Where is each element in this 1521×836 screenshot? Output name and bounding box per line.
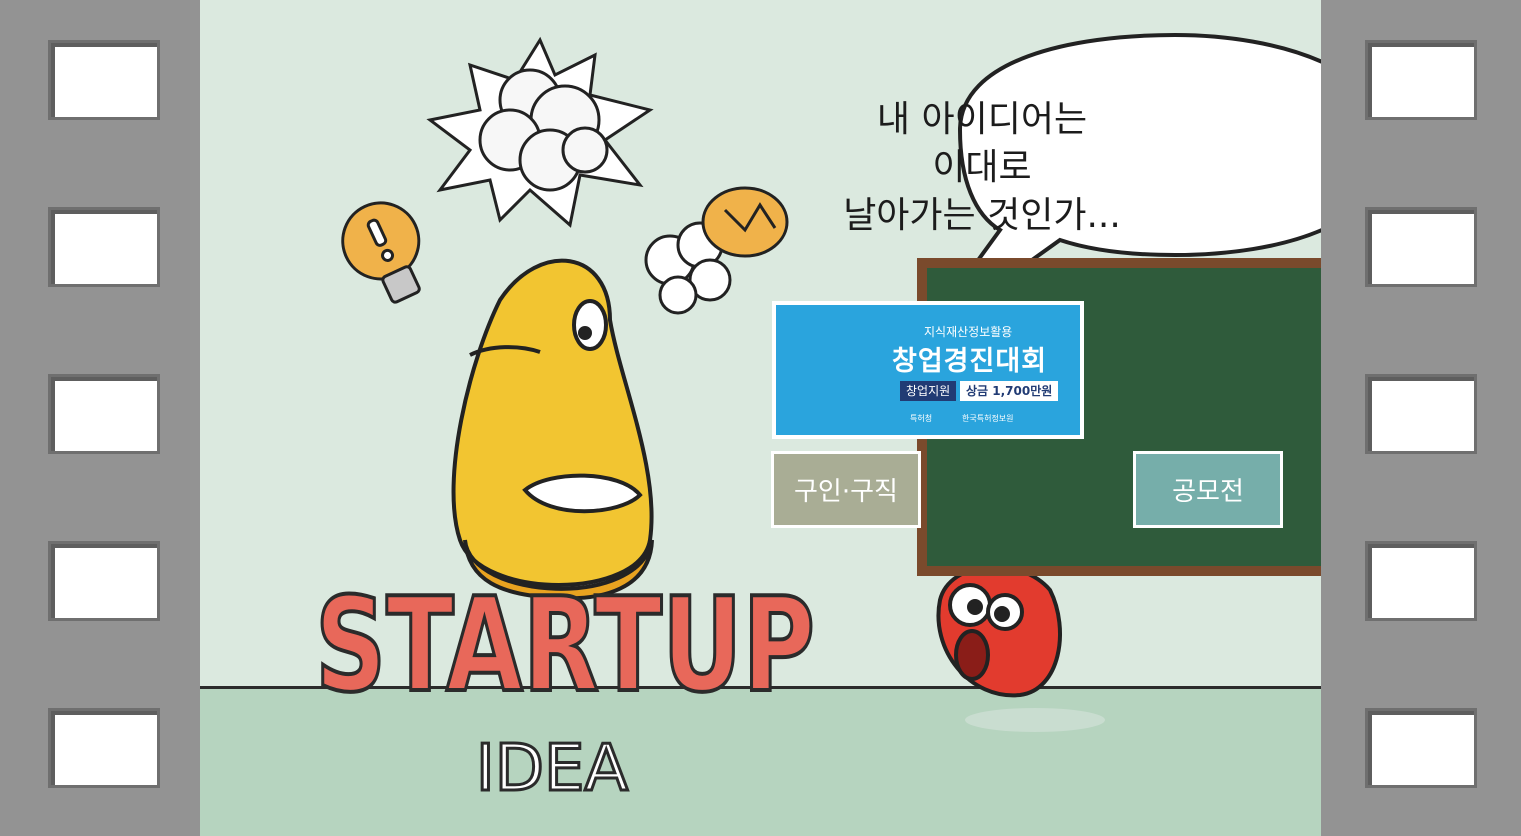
banner-title: 창업경진대회 bbox=[892, 346, 1048, 377]
startup-contest-banner[interactable]: 지식재산정보활용 창업경진대회 창업지원 상금 1,700만원 특허청 한국특허… bbox=[772, 301, 1084, 439]
banner-org-kipo: 특허청 bbox=[910, 414, 933, 423]
contest-button[interactable]: 공모전 bbox=[1133, 451, 1283, 528]
speech-line-1: 내 아이디어는 bbox=[876, 99, 1088, 140]
banner-org-kipi: 한국특허정보원 bbox=[962, 414, 1014, 423]
banner-tag-prize: 상금 1,700만원 bbox=[960, 381, 1059, 401]
logo-main-text: STARTUP bbox=[315, 569, 815, 721]
logo-sub-text: IDEA bbox=[476, 732, 629, 806]
banner-subtitle: 지식재산정보활용 bbox=[924, 325, 1013, 339]
speech-line-3: 날아가는 것인가... bbox=[843, 195, 1121, 236]
speech-bubble-text: 내 아이디어는 이대로 날아가는 것인가... bbox=[822, 96, 1142, 240]
speech-line-2: 이대로 bbox=[932, 147, 1032, 188]
banner-tag-support: 창업지원 bbox=[900, 381, 957, 401]
startup-logo: STARTUP IDEA bbox=[313, 567, 817, 808]
jobs-button[interactable]: 구인·구직 bbox=[771, 451, 921, 528]
